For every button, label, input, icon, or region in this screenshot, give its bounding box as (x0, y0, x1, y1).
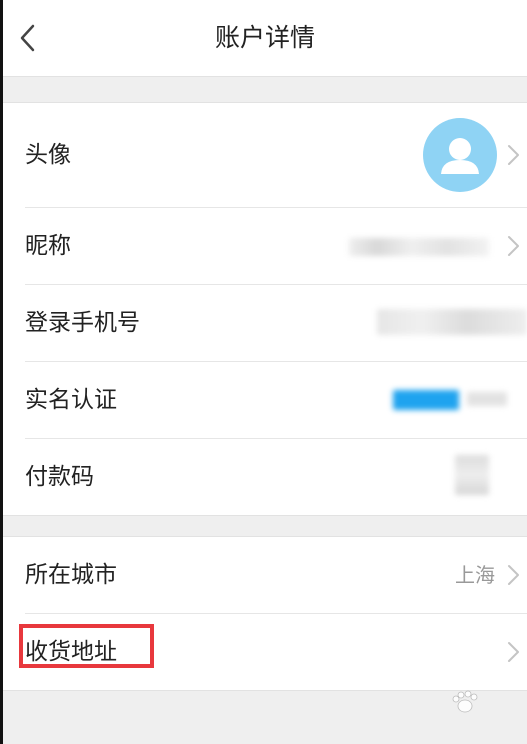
row-label: 头像 (25, 142, 71, 168)
row-shipping-address[interactable]: 收货地址 (25, 614, 527, 690)
row-label: 付款码 (25, 464, 94, 490)
row-nickname[interactable]: 昵称 (25, 208, 527, 285)
row-label: 登录手机号 (25, 310, 140, 336)
row-city[interactable]: 所在城市 上海 (25, 537, 527, 614)
chevron-right-icon (508, 145, 519, 165)
account-info-group: 头像 昵称 登录手机号 实名认证 付款码 (3, 102, 527, 516)
watermark-logo (419, 689, 505, 720)
verification-badge (393, 390, 459, 410)
row-label: 收货地址 (25, 639, 117, 665)
user-silhouette-icon (441, 138, 479, 174)
chevron-right-icon (508, 236, 519, 256)
redacted-value (467, 392, 507, 406)
chevron-right-icon (508, 565, 519, 585)
address-group: 所在城市 上海 收货地址 (3, 536, 527, 691)
row-payment-code[interactable]: 付款码 (25, 439, 527, 515)
row-login-phone[interactable]: 登录手机号 (25, 285, 527, 362)
city-value: 上海 (455, 563, 495, 587)
row-real-name-verification[interactable]: 实名认证 (25, 362, 527, 439)
row-label: 昵称 (25, 233, 71, 259)
avatar (423, 118, 497, 192)
row-label: 所在城市 (25, 562, 117, 588)
page-title: 账户详情 (214, 23, 315, 52)
navigation-bar: 账户详情 (3, 0, 527, 77)
redacted-value (455, 455, 489, 495)
redacted-value (377, 309, 527, 335)
redacted-value (349, 238, 489, 256)
row-avatar[interactable]: 头像 (25, 103, 527, 208)
chevron-right-icon (508, 642, 519, 662)
paw-icon (452, 690, 478, 713)
row-label: 实名认证 (25, 387, 117, 413)
